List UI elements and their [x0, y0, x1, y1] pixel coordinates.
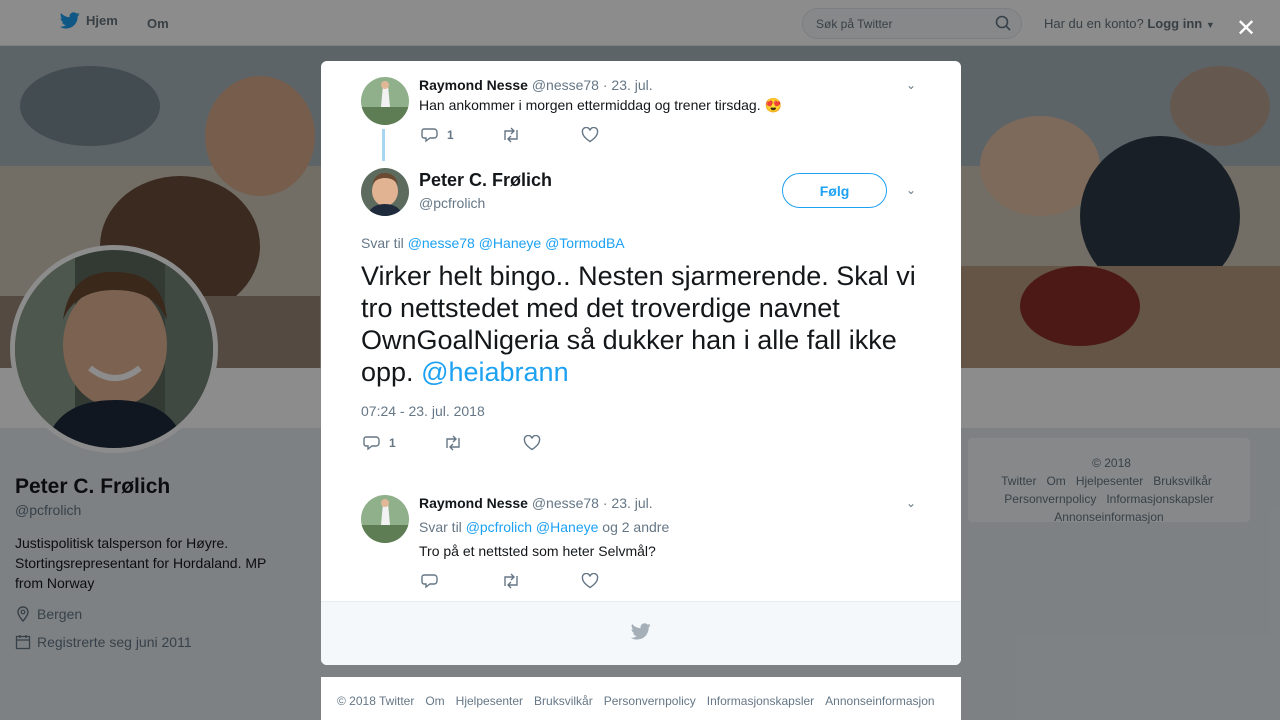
reply-icon [421, 574, 438, 589]
main-tweet-actions: 1 [363, 435, 603, 451]
reply-tweet-date[interactable]: · 23. jul. [603, 495, 653, 511]
footer-link-help[interactable]: Hjelpesenter [456, 694, 523, 708]
modal-footer [321, 601, 961, 665]
reply-to-suffix[interactable]: og 2 andre [602, 519, 669, 535]
parent-tweet-header: Raymond Nesse @nesse78 · 23. jul. [419, 77, 653, 93]
reply-tweet-reply-to: Svar til @pcfrolich @Haneye og 2 andre [419, 519, 669, 535]
main-tweet-name[interactable]: Peter C. Frølich [419, 170, 552, 191]
avatar-photo [361, 495, 409, 543]
main-tweet-timestamp[interactable]: 07:24 - 23. jul. 2018 [361, 403, 485, 419]
follow-button[interactable]: Følg [782, 173, 887, 208]
like-button[interactable] [581, 127, 661, 143]
footer-copyright: © 2018 Twitter [337, 694, 415, 708]
retweet-button[interactable] [501, 127, 581, 143]
chevron-down-icon[interactable]: ⌄ [906, 78, 916, 92]
main-tweet-mention[interactable]: @heiabrann [421, 357, 569, 387]
parent-tweet-text: Han ankommer i morgen ettermiddag og tre… [419, 97, 782, 113]
thread-connector-line [382, 129, 385, 161]
like-button[interactable] [581, 573, 661, 589]
reply-count: 1 [447, 128, 454, 142]
reply-tweet-text: Tro på et nettsted som heter Selvmål? [419, 543, 656, 559]
reply-tweet-header: Raymond Nesse @nesse78 · 23. jul. [419, 495, 653, 511]
parent-tweet-actions: 1 [421, 127, 661, 143]
reply-tweet-actions [421, 573, 661, 589]
tweet-modal: Raymond Nesse @nesse78 · 23. jul. ⌄ Han … [321, 61, 961, 665]
chevron-down-icon[interactable]: ⌄ [906, 183, 916, 197]
reply-icon [363, 436, 380, 451]
close-icon[interactable]: ✕ [1236, 14, 1256, 43]
heart-icon [523, 435, 541, 451]
retweet-button[interactable] [501, 573, 581, 589]
reply-to-mentions[interactable]: @pcfrolich @Haneye [466, 519, 599, 535]
twitter-bird-icon [631, 623, 651, 640]
parent-tweet-avatar[interactable] [361, 77, 409, 125]
heart-icon [581, 573, 599, 589]
footer-link-privacy[interactable]: Personvernpolicy [604, 694, 696, 708]
retweet-icon [446, 435, 460, 451]
footer-link-ads[interactable]: Annonseinformasjon [825, 694, 934, 708]
reply-tweet-avatar[interactable] [361, 495, 409, 543]
parent-tweet-name[interactable]: Raymond Nesse [419, 77, 528, 93]
reply-count: 1 [389, 436, 396, 450]
reply-to-mentions[interactable]: @nesse78 @Haneye @TormodBA [408, 235, 625, 251]
reply-button[interactable]: 1 [421, 127, 501, 143]
modal-page-footer: © 2018 Twitter Om Hjelpesenter Bruksvilkår P… [321, 677, 961, 720]
reply-button[interactable]: 1 [363, 435, 443, 451]
reply-tweet-name[interactable]: Raymond Nesse [419, 495, 528, 511]
reply-tweet-handle[interactable]: @nesse78 [532, 495, 599, 511]
reply-icon [421, 128, 438, 143]
footer-link-about[interactable]: Om [425, 694, 444, 708]
main-tweet-text: Virker helt bingo.. Nesten sjarmerende. … [361, 260, 921, 388]
reply-to-prefix: Svar til [361, 235, 404, 251]
like-button[interactable] [523, 435, 603, 451]
heart-icon [581, 127, 599, 143]
parent-tweet-handle[interactable]: @nesse78 [532, 77, 599, 93]
retweet-icon [504, 127, 518, 143]
footer-link-cookies[interactable]: Informasjonskapsler [707, 694, 814, 708]
avatar-photo [361, 77, 409, 125]
avatar-photo [361, 168, 409, 216]
footer-link-terms[interactable]: Bruksvilkår [534, 694, 593, 708]
reply-button[interactable] [421, 573, 501, 589]
chevron-down-icon[interactable]: ⌄ [906, 496, 916, 510]
reply-to-prefix: Svar til [419, 519, 462, 535]
retweet-button[interactable] [443, 435, 523, 451]
main-tweet-reply-to: Svar til @nesse78 @Haneye @TormodBA [361, 235, 625, 251]
main-tweet-avatar[interactable] [361, 168, 409, 216]
parent-tweet-date[interactable]: · 23. jul. [603, 77, 653, 93]
main-tweet-handle[interactable]: @pcfrolich [419, 195, 485, 211]
retweet-icon [504, 573, 518, 589]
